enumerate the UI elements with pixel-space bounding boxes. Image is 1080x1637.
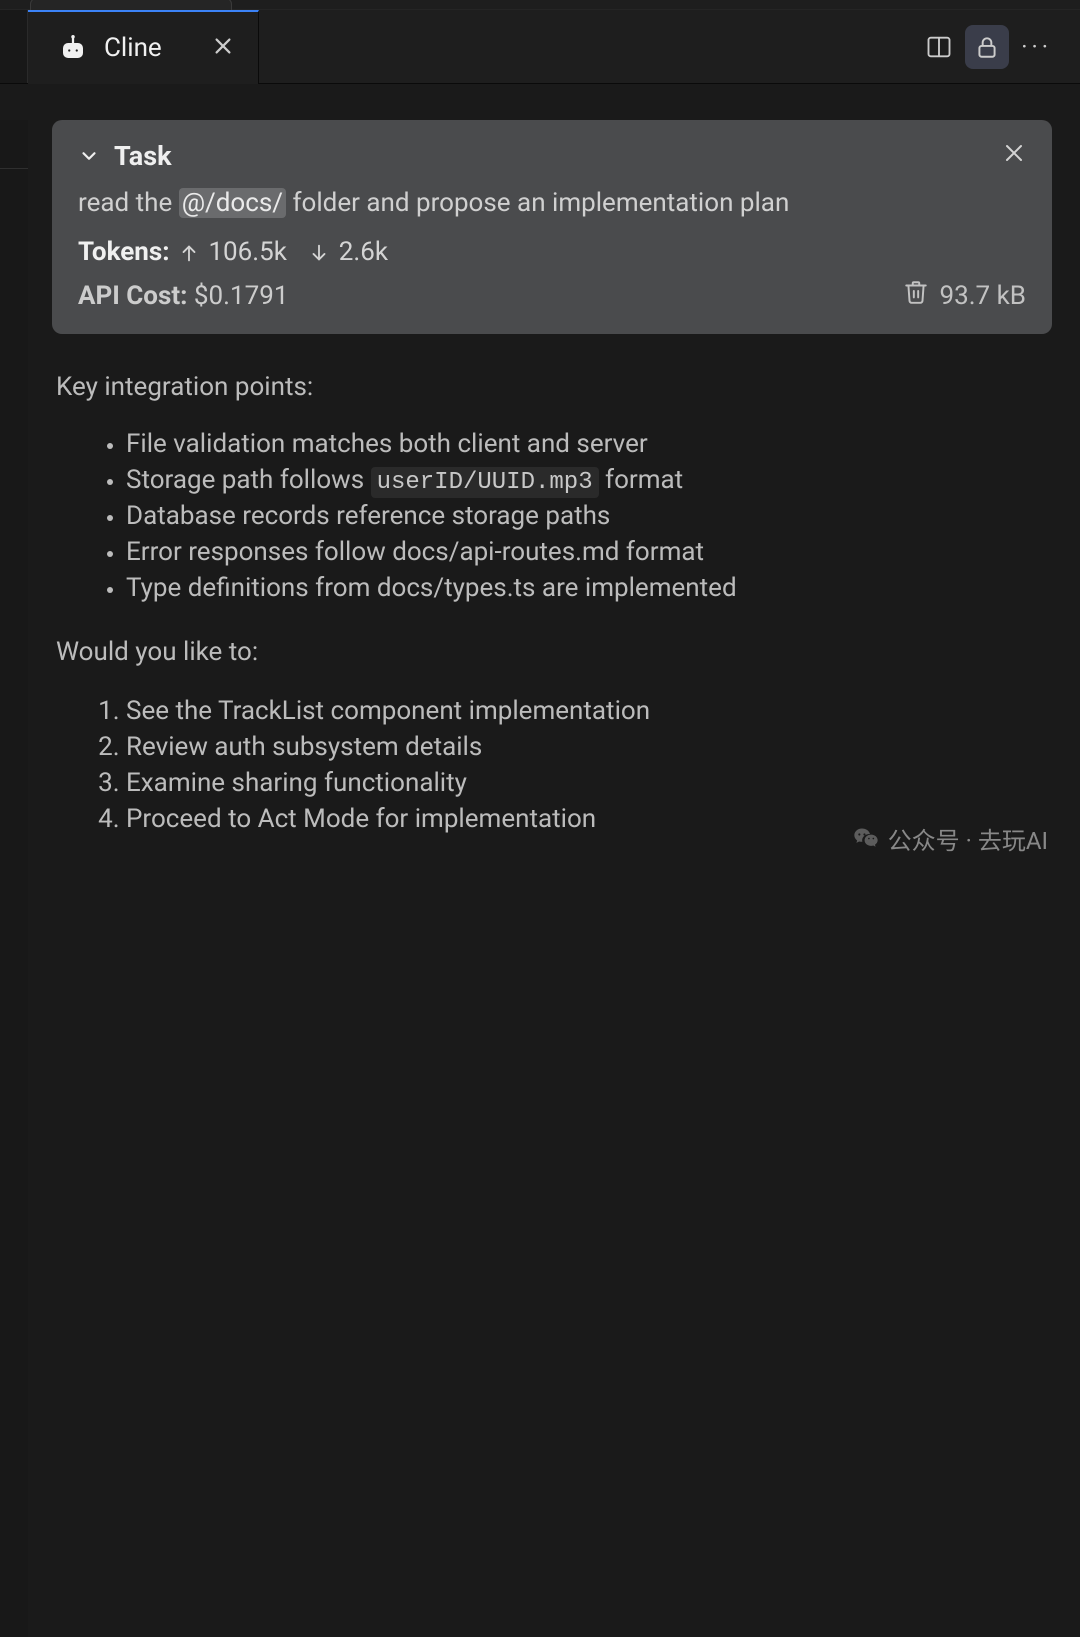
tab-cline[interactable]: Cline [28,10,259,84]
arrow-down-icon [308,242,330,264]
dismiss-task-icon[interactable] [1002,140,1026,172]
options-list: See the TrackList component implementati… [56,694,1052,838]
tab-title: Cline [104,33,162,63]
cache-size-value: 93.7 kB [939,281,1026,311]
more-icon[interactable]: ··· [1013,33,1060,61]
tab-bar: Cline ··· [0,10,1080,84]
task-prompt-text: read the @/docs/ folder and propose an i… [78,186,1026,221]
list-item: Error responses follow docs/api-routes.m… [126,535,1052,571]
prompt-heading: Would you like to: [56,635,1052,670]
task-text-pre: read the [78,188,179,218]
list-item: Database records reference storage paths [126,499,1052,535]
tokens-down: 2.6k [339,237,388,267]
trash-icon[interactable] [903,279,929,312]
bullet-post: format [599,465,684,495]
cost-label: API Cost: [78,281,187,311]
list-item: Storage path follows userID/UUID.mp3 for… [126,463,1052,499]
left-gutter [0,10,28,83]
response-body: Key integration points: File validation … [56,370,1052,837]
cost-value: $0.1791 [194,281,289,311]
list-item: See the TrackList component implementati… [126,694,1052,730]
key-points-list: File validation matches both client and … [56,427,1052,607]
wechat-icon [852,825,880,853]
watermark: 公众号 · 去玩AI [852,821,1048,856]
list-item: Review auth subsystem details [126,730,1052,766]
key-points-heading: Key integration points: [56,370,1052,405]
arrow-up-icon [178,242,200,264]
bullet-pre: Storage path follows [126,465,371,495]
split-editor-icon[interactable] [917,25,961,69]
tokens-up: 106.5k [208,237,286,267]
left-gutter-body [0,120,28,1637]
close-icon[interactable] [212,35,234,61]
lock-icon[interactable] [965,25,1009,69]
header-actions: ··· [917,25,1060,69]
watermark-text: 公众号 · 去玩AI [888,821,1048,856]
cost-row: API Cost: $0.1791 93.7 kB [78,279,1026,312]
list-item: Examine sharing functionality [126,766,1052,802]
window-title-strip [0,0,1080,10]
robot-icon [58,33,88,63]
task-header[interactable]: Task [78,140,1026,172]
list-item: Type definitions from docs/types.ts are … [126,571,1052,607]
inline-code: userID/UUID.mp3 [371,467,599,498]
gutter-divider [0,168,28,169]
tokens-label: Tokens: [78,237,170,267]
task-heading: Task [114,140,172,172]
mention-path[interactable]: @/docs/ [179,188,286,218]
list-item: File validation matches both client and … [126,427,1052,463]
task-card: Task read the @/docs/ folder and propose… [52,120,1052,334]
chevron-down-icon [78,145,100,167]
cache-size: 93.7 kB [903,279,1026,312]
task-text-post: folder and propose an implementation pla… [286,188,789,218]
tokens-row: Tokens: 106.5k 2.6k [78,237,1026,267]
